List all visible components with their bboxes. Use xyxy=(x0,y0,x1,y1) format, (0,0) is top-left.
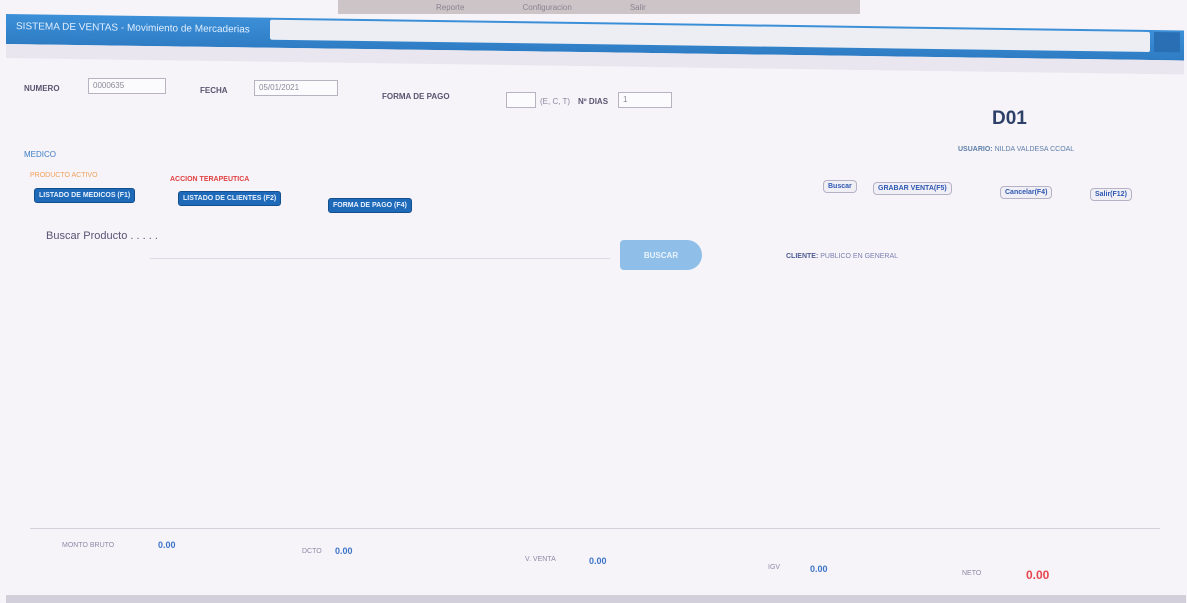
dcto-label: DCTO xyxy=(302,548,322,555)
forma-pago-button[interactable]: FORMA DE PAGO (F4) xyxy=(328,198,412,213)
v-venta-label: V. VENTA xyxy=(525,556,556,563)
numero-label: NUMERO xyxy=(24,84,60,93)
terminal-code: D01 xyxy=(992,108,1027,129)
usuario-value: NILDA VALDESA CCOAL xyxy=(994,146,1075,153)
v-venta-value: 0.00 xyxy=(589,556,607,566)
dias-field[interactable]: 1 xyxy=(618,92,672,108)
fecha-field[interactable]: 05/01/2021 xyxy=(254,80,338,96)
menu-item-configuracion[interactable]: Configuracion xyxy=(522,3,571,12)
cliente-value: PUBLICO EN GENERAL xyxy=(820,253,899,260)
medico-label: MEDICO xyxy=(24,150,56,159)
neto-label: NETO xyxy=(962,570,982,577)
forma-pago-hint: (E, C, T) xyxy=(540,97,571,106)
top-menu: Reporte Configuracion Salir xyxy=(338,0,860,14)
bottom-border xyxy=(6,595,1186,603)
igv-value: 0.00 xyxy=(810,564,828,574)
forma-pago-field[interactable] xyxy=(506,92,536,108)
accion-terapeutica-tag: ACCION TERAPEUTICA xyxy=(170,176,250,183)
monto-bruto-value: 0.00 xyxy=(158,540,176,550)
buscar-button[interactable]: Buscar xyxy=(823,180,857,193)
title-bar-panel xyxy=(270,19,1150,52)
igv-label: IGV xyxy=(768,564,781,571)
usuario-label: USUARIO: xyxy=(958,146,993,153)
dcto-value: 0.00 xyxy=(335,546,353,556)
producto-activo-tag: PRODUCTO ACTIVO xyxy=(30,172,98,179)
numero-field[interactable]: 0000635 xyxy=(88,78,166,94)
monto-bruto-label: MONTO BRUTO xyxy=(62,542,115,549)
cliente-info: CLIENTE: PUBLICO EN GENERAL xyxy=(786,253,898,260)
grabar-venta-button[interactable]: GRABAR VENTA(F5) xyxy=(873,182,952,195)
fecha-label: FECHA xyxy=(200,86,228,95)
cancelar-button[interactable]: Cancelar(F4) xyxy=(1000,186,1053,199)
salir-button[interactable]: Salir(F12) xyxy=(1090,188,1132,201)
close-button[interactable] xyxy=(1154,32,1180,53)
listado-medicos-button[interactable]: LISTADO DE MEDICOS (F1) xyxy=(34,188,136,203)
cliente-label: CLIENTE: xyxy=(786,253,819,260)
listado-clientes-button[interactable]: LISTADO DE CLIENTES (F2) xyxy=(178,191,282,206)
buscar-producto-label: Buscar Producto . . . . . xyxy=(46,230,158,242)
menu-item-reporte[interactable]: Reporte xyxy=(436,3,464,12)
neto-value: 0.00 xyxy=(1026,568,1050,582)
dias-label: Nº DIAS xyxy=(578,97,609,106)
window-title: SISTEMA DE VENTAS - Movimiento de Mercad… xyxy=(16,21,250,36)
menu-item-salir[interactable]: Salir xyxy=(630,3,646,12)
buscar-producto-input[interactable] xyxy=(150,240,610,259)
usuario-info: USUARIO: NILDA VALDESA CCOAL xyxy=(958,146,1074,153)
forma-pago-label: FORMA DE PAGO xyxy=(382,92,450,101)
buscar-big-button[interactable]: BUSCAR xyxy=(620,240,702,270)
